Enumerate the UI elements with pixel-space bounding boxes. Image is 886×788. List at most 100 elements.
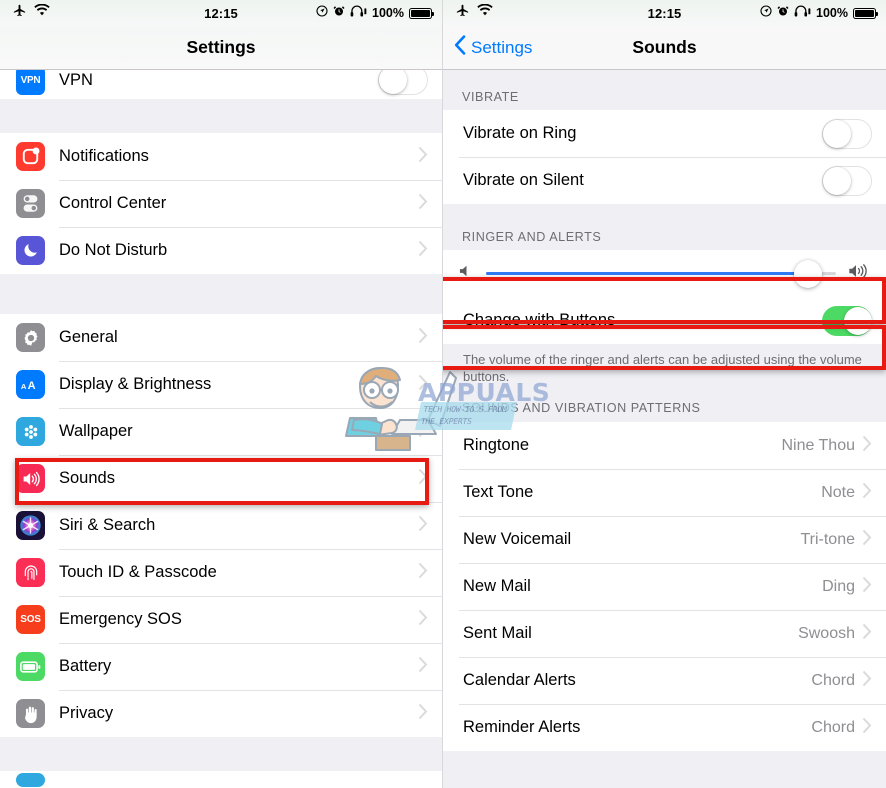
sidebar-item-partial[interactable] — [0, 771, 442, 788]
airplane-icon — [12, 3, 27, 23]
volume-slider-knob[interactable] — [794, 259, 822, 288]
sidebar-item-label: Touch ID & Passcode — [59, 563, 217, 581]
sidebar-item-touch-id-passcode[interactable]: Touch ID & Passcode — [0, 549, 442, 596]
vibrate-group: Vibrate on Ring Vibrate on Silent — [443, 110, 886, 204]
settings-group-vpn: VPN VPN — [0, 70, 442, 99]
status-bar-right: 12:15 100% — [443, 0, 886, 26]
settings-list[interactable]: VPN VPN Notifications Control Center Do … — [0, 70, 442, 788]
group-separator — [0, 737, 442, 771]
sidebar-item-general[interactable]: General — [0, 314, 442, 361]
row-label: Text Tone — [463, 483, 534, 502]
sidebar-item-control-center[interactable]: Control Center — [0, 180, 442, 227]
svg-text:A: A — [27, 379, 35, 391]
sidebar-item-wallpaper[interactable]: Wallpaper — [0, 408, 442, 455]
row-reminder-alerts[interactable]: Reminder Alerts Chord — [443, 704, 886, 752]
sidebar-item-display-brightness[interactable]: AA Display & Brightness — [0, 361, 442, 408]
sidebar-item-label: Battery — [59, 657, 112, 675]
row-vibrate-on-silent[interactable]: Vibrate on Silent — [443, 157, 886, 204]
row-vibrate-on-ring[interactable]: Vibrate on Ring — [443, 110, 886, 157]
row-value: Note — [821, 483, 855, 501]
sidebar-item-notifications[interactable]: Notifications — [0, 133, 442, 180]
row-change-with-buttons[interactable]: Change with Buttons — [443, 297, 886, 344]
sidebar-item-emergency-sos[interactable]: SOS Emergency SOS — [0, 596, 442, 643]
sidebar-item-label: Privacy — [59, 704, 114, 722]
sidebar-item-battery[interactable]: Battery — [0, 643, 442, 690]
row-label: New Voicemail — [463, 530, 572, 549]
page-title: Settings — [186, 37, 256, 57]
change-with-buttons-toggle[interactable] — [822, 305, 872, 336]
battery-icon — [409, 7, 435, 19]
sounds-list[interactable]: VIBRATE Vibrate on Ring Vibrate on Silen… — [443, 70, 886, 788]
vibrate-section-header-area: VIBRATE — [443, 70, 886, 110]
section-header-ringer-and-alerts: RINGER AND ALERTS — [462, 230, 602, 244]
siri-icon — [16, 511, 45, 540]
speaker-low-icon — [459, 264, 474, 283]
vpn-toggle[interactable] — [378, 70, 428, 95]
row-text-tone[interactable]: Text Tone Note — [443, 469, 886, 517]
vibrate-on-silent-toggle[interactable] — [822, 165, 872, 196]
airplane-icon — [455, 3, 470, 23]
vibrate-on-ring-toggle[interactable] — [822, 118, 872, 149]
chevron-right-icon — [862, 717, 872, 739]
status-bar-right-icons: 100% — [316, 4, 435, 22]
control-center-icon — [16, 189, 45, 218]
row-sent-mail[interactable]: Sent Mail Swoosh — [443, 610, 886, 658]
row-new-mail[interactable]: New Mail Ding — [443, 563, 886, 611]
sounds-icon — [16, 464, 45, 493]
chevron-right-icon — [862, 529, 872, 551]
sidebar-item-sounds[interactable]: Sounds — [0, 455, 442, 502]
battery-icon — [853, 7, 879, 19]
wallpaper-icon — [16, 417, 45, 446]
sidebar-item-do-not-disturb[interactable]: Do Not Disturb — [0, 227, 442, 274]
ringer-footer-text: The volume of the ringer and alerts can … — [463, 352, 862, 385]
sidebar-item-vpn[interactable]: VPN VPN — [0, 70, 442, 99]
chevron-right-icon — [862, 435, 872, 457]
sidebar-item-label: Control Center — [59, 194, 167, 212]
back-button-label: Settings — [471, 37, 533, 57]
sidebar-item-privacy[interactable]: Privacy — [0, 690, 442, 737]
svg-text:A: A — [20, 381, 26, 390]
chevron-left-icon — [454, 35, 466, 60]
dual-screenshot: 12:15 100% Settings VPN VPN Notification… — [0, 0, 886, 788]
chevron-right-icon — [418, 240, 428, 262]
status-bar-right-icons: 100% — [760, 4, 879, 22]
row-label: Reminder Alerts — [463, 718, 581, 737]
battery-settings-icon — [16, 652, 45, 681]
right-phone-sounds: 12:15 100% Settings Sounds VIBRATE Vibra… — [443, 0, 886, 788]
chevron-right-icon — [418, 562, 428, 584]
display-brightness-icon: AA — [16, 370, 45, 399]
sidebar-item-label: Siri & Search — [59, 516, 156, 534]
chevron-right-icon — [418, 327, 428, 349]
sidebar-item-label: VPN — [59, 70, 93, 89]
status-bar-left: 12:15 100% — [0, 0, 442, 26]
volume-slider-row[interactable] — [443, 250, 886, 297]
location-icon — [760, 4, 772, 22]
back-button[interactable]: Settings — [443, 35, 532, 60]
chevron-right-icon — [862, 576, 872, 598]
section-header-vibrate: VIBRATE — [462, 90, 519, 104]
chevron-right-icon — [862, 482, 872, 504]
ringer-group: Change with Buttons — [443, 250, 886, 344]
row-label: Vibrate on Silent — [463, 171, 584, 189]
row-ringtone[interactable]: Ringtone Nine Thou — [443, 422, 886, 470]
row-value: Tri-tone — [800, 530, 855, 548]
battery-percent: 100% — [372, 6, 404, 20]
settings-group-notifications: Notifications Control Center Do Not Dist… — [0, 133, 442, 274]
chevron-right-icon — [862, 670, 872, 692]
group-separator — [0, 274, 442, 314]
row-calendar-alerts[interactable]: Calendar Alerts Chord — [443, 657, 886, 705]
chevron-right-icon — [418, 468, 428, 490]
notifications-icon — [16, 142, 45, 171]
headphones-icon — [794, 4, 811, 22]
alarm-icon — [777, 4, 789, 22]
alarm-icon — [333, 4, 345, 22]
wifi-icon — [34, 3, 50, 22]
row-new-voicemail[interactable]: New Voicemail Tri-tone — [443, 516, 886, 564]
left-phone-settings: 12:15 100% Settings VPN VPN Notification… — [0, 0, 443, 788]
chevron-right-icon — [418, 609, 428, 631]
sidebar-item-siri-search[interactable]: Siri & Search — [0, 502, 442, 549]
sidebar-item-label: Sounds — [59, 469, 115, 487]
status-bar-left-icons — [455, 3, 493, 23]
battery-percent: 100% — [816, 6, 848, 20]
volume-slider-track[interactable] — [486, 259, 836, 288]
